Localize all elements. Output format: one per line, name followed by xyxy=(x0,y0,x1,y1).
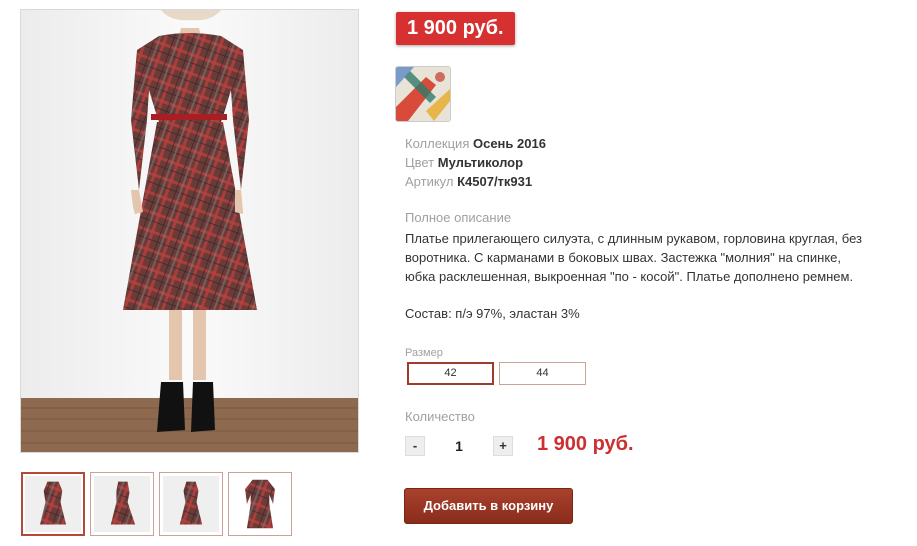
size-selector: 42 44 xyxy=(407,362,586,385)
property-collection: Коллекция Осень 2016 xyxy=(405,134,546,153)
thumbnail-front-image xyxy=(25,476,81,532)
thumbnail-flat[interactable] xyxy=(228,472,292,536)
property-label: Цвет xyxy=(405,155,435,170)
property-value: К4507/тк931 xyxy=(457,174,533,189)
thumbnail-front[interactable] xyxy=(21,472,85,536)
thumbnail-side-image xyxy=(94,476,150,532)
thumbnail-gallery xyxy=(21,472,292,536)
dress-photo-image xyxy=(21,10,358,452)
property-label: Коллекция xyxy=(405,136,470,151)
quantity-stepper: - 1 + xyxy=(405,436,513,456)
description-title: Полное описание xyxy=(405,210,512,225)
thumbnail-back-image xyxy=(163,476,219,532)
composition-text: Состав: п/э 97%, эластан 3% xyxy=(405,306,580,321)
product-properties: Коллекция Осень 2016 Цвет Мультиколор Ар… xyxy=(405,134,546,191)
property-color: Цвет Мультиколор xyxy=(405,153,546,172)
quantity-label: Количество xyxy=(405,409,475,424)
property-value: Осень 2016 xyxy=(472,136,546,151)
description-text: Платье прилегающего силуэта, с длинным р… xyxy=(405,231,862,284)
property-label: Артикул xyxy=(405,174,454,189)
price-badge: 1 900 руб. xyxy=(396,12,515,45)
fabric-swatch[interactable] xyxy=(395,66,451,122)
thumbnail-back[interactable] xyxy=(159,472,223,536)
fabric-swatch-image xyxy=(396,67,450,121)
thumbnail-side[interactable] xyxy=(90,472,154,536)
thumbnail-flat-image xyxy=(232,476,288,532)
quantity-increase-button[interactable]: + xyxy=(493,436,513,456)
total-price: 1 900 руб. xyxy=(537,433,634,455)
property-sku: Артикул К4507/тк931 xyxy=(405,172,546,191)
quantity-decrease-button[interactable]: - xyxy=(405,436,425,456)
property-value: Мультиколор xyxy=(437,155,524,170)
quantity-value[interactable]: 1 xyxy=(425,438,493,454)
size-label: Размер xyxy=(405,347,443,359)
size-option-42[interactable]: 42 xyxy=(407,362,494,385)
add-to-cart-button[interactable]: Добавить в корзину xyxy=(404,488,573,524)
main-product-photo[interactable] xyxy=(20,9,359,453)
size-option-44[interactable]: 44 xyxy=(499,362,586,385)
